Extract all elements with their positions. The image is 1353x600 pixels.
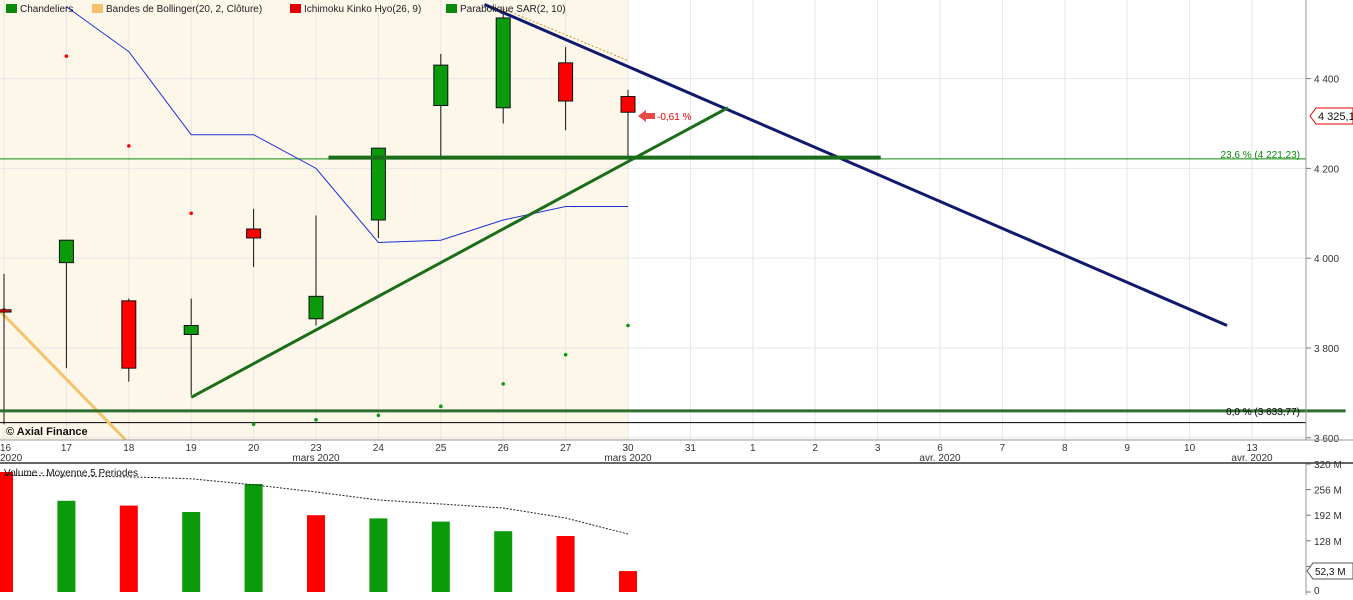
candle-body[interactable] [308,295,324,320]
last-volume-label: 52,3 M [1315,567,1346,578]
date-tick-month: avr. 2020 [919,453,961,464]
volume-panel-title: Volume - Moyenne 5 Periodes [4,468,138,479]
date-tick-day: 19 [186,443,198,454]
legend-swatch-bollinger [92,4,103,13]
date-tick-day: 31 [685,443,697,454]
date-tick-day: 27 [560,443,572,454]
candle-body[interactable] [433,64,449,107]
candle-body[interactable] [246,228,262,239]
sar-dot [127,144,131,148]
legend-swatch-ichimoku [290,4,301,13]
candle-body[interactable] [121,300,137,369]
volume-tick-label: 0 [1314,586,1320,595]
price-tick-label: 4 400 [1314,75,1339,86]
sar-dot [501,382,506,386]
legend-label-bollinger: Bandes de Bollinger(20, 2, Clôture) [106,4,262,15]
sar-dot [376,413,381,418]
date-tick-day: 1 [750,443,756,454]
date-tick-day: 24 [373,443,385,454]
volume-bar[interactable] [307,515,325,592]
date-tick-day: 17 [61,443,73,454]
sar-dot [64,54,69,58]
sar-dot [439,404,443,409]
date-tick-day: 8 [1062,443,1068,454]
candle-body[interactable] [183,325,199,335]
fib-23-label: 23,6 % (4 221,23) [1221,150,1301,161]
price-tick-label: 3 800 [1314,344,1339,355]
volume-bar[interactable] [494,531,513,592]
volume-bar[interactable] [369,518,388,592]
candle-body[interactable] [495,17,511,109]
volume-bar[interactable] [57,500,76,592]
date-tick-month: mars 2020 [292,453,340,464]
stock-chart[interactable]: 3 600 3 800 4 000 4 200 4 400 16 2020 17 18 19 20 2… [0,0,1353,597]
volume-bar[interactable] [182,512,201,592]
fib-0-label: 0,0 % (3 633,77) [1226,407,1300,418]
volume-bar[interactable] [431,521,450,592]
legend-swatch-sar [446,4,457,13]
date-tick-day: 2 [812,443,818,454]
candle-body[interactable] [558,62,574,102]
sar-dot [189,211,193,216]
volume-bar[interactable] [244,484,263,592]
sar-dot [251,422,256,427]
legend-label-sar: Parabolique SAR(2, 10) [460,4,566,15]
volume-tick-label: 128 M [1314,537,1342,548]
legend-label-ichimoku: Ichimoku Kinko Hyo(26, 9) [304,4,421,15]
candle-body[interactable] [620,96,636,113]
candle-body[interactable] [0,309,12,313]
date-tick-day: 18 [123,443,135,454]
volume-bar[interactable] [619,571,637,592]
last-price-badge: 4 325,12 [1309,107,1353,125]
volume-bar[interactable] [0,472,13,592]
chart-svg[interactable]: 3 6003 8004 0004 2004 40016202017 18 19 20 2… [0,0,1353,597]
volume-bar[interactable] [556,536,575,592]
date-tick-day: 3 [875,443,881,454]
date-tick-month: 2020 [0,453,23,464]
date-tick-day: 10 [1184,443,1196,454]
legend-label-candles: Chandeliers [20,4,73,15]
date-tick-month: mars 2020 [604,453,652,464]
history-shading [0,0,628,440]
sar-dot [626,323,630,328]
candle-body[interactable] [58,239,74,264]
date-tick-day: 20 [248,443,260,454]
sar-dot [563,352,568,357]
date-tick-day: 25 [435,443,447,454]
last-volume-badge: 52,3 M [1306,562,1353,580]
last-price-label: 4 325,12 [1318,111,1353,123]
volume-bar[interactable] [119,505,138,592]
change-percent-label: -0,61 % [657,112,692,123]
watermark: © Axial Finance [6,426,88,438]
price-tick-label: 4 000 [1314,254,1339,265]
volume-tick-label: 320 M [1314,460,1342,471]
volume-tick-label: 192 M [1314,511,1342,522]
price-tick-label: 4 200 [1314,164,1339,175]
sar-dot [314,417,318,422]
date-tick-day: 9 [1124,443,1130,454]
date-tick-month: avr. 2020 [1231,453,1273,464]
date-tick-day: 7 [1000,443,1006,454]
date-tick-day: 26 [498,443,510,454]
price-tick-label: 3 600 [1314,434,1339,445]
legend-swatch-candles [6,4,17,13]
volume-tick-label: 256 M [1314,486,1342,497]
